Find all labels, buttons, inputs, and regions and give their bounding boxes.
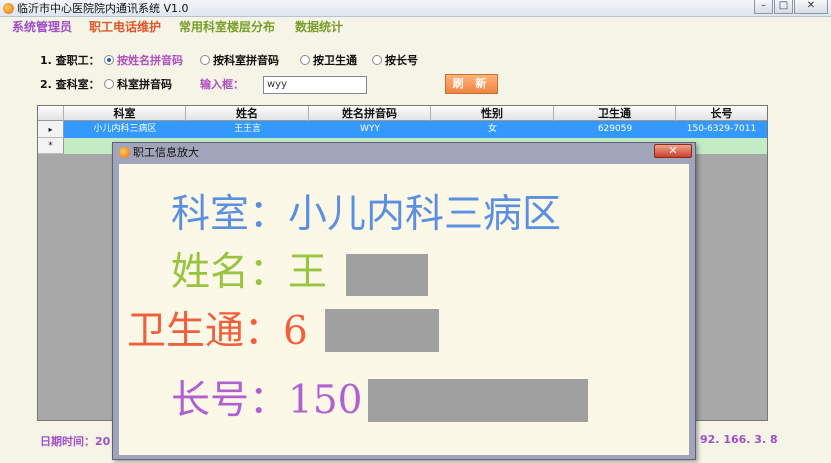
menu-staff-phone[interactable]: 职工电话维护: [89, 17, 161, 37]
search-staff-label: 1. 查职工：: [40, 54, 100, 67]
close-button[interactable]: ✕: [794, 0, 828, 14]
redaction-block: [346, 254, 428, 296]
redaction-block: [368, 379, 588, 422]
dialog-title: 职工信息放大: [133, 146, 199, 159]
maximize-button[interactable]: □: [774, 0, 793, 14]
dialog-body: 科室：小儿内科三病区 姓名：王 卫生通：6 长号：150: [119, 164, 689, 455]
minimize-button[interactable]: –: [754, 0, 773, 14]
radio-icon-selected: [104, 55, 114, 65]
radio-label: 按卫生通: [313, 54, 357, 67]
col-header-mobile[interactable]: 长号: [676, 106, 767, 121]
window-titlebar: 临沂市中心医院院内通讯系统 V1.0 – □ ✕: [0, 0, 831, 17]
redaction-block: [325, 309, 439, 352]
search-dept-label: 2. 查科室：: [40, 78, 100, 91]
radio-by-dept[interactable]: 按科室拼音码: [200, 54, 279, 68]
col-header-dept[interactable]: 科室: [64, 106, 186, 121]
menu-statistics[interactable]: 数据统计: [295, 17, 343, 37]
wst-line: 卫生通：6: [127, 309, 308, 354]
new-row-indicator: *: [38, 138, 64, 154]
radio-icon: [372, 55, 382, 65]
dialog-app-icon: [119, 147, 130, 158]
menu-dept-floors[interactable]: 常用科室楼层分布: [179, 17, 275, 37]
radio-icon: [104, 79, 114, 89]
col-header-gender[interactable]: 性别: [431, 106, 554, 121]
col-header-wst[interactable]: 卫生通: [554, 106, 676, 121]
radio-label: 按姓名拼音码: [117, 54, 183, 67]
radio-icon: [200, 55, 210, 65]
row-indicator-icon: ▸: [38, 121, 64, 138]
search-input[interactable]: wyy: [263, 76, 367, 94]
radio-label: 按长号: [385, 54, 418, 67]
row-header-corner: [38, 106, 64, 121]
radio-label: 科室拼音码: [117, 78, 172, 91]
app-icon: [3, 3, 14, 14]
cell-dept[interactable]: 小儿内科三病区: [64, 121, 186, 138]
radio-by-mobile[interactable]: 按长号: [372, 54, 418, 68]
dialog-titlebar: 职工信息放大 ✕: [113, 143, 695, 163]
radio-dept-pinyin[interactable]: 科室拼音码: [104, 78, 172, 92]
cell-name[interactable]: 王王言: [186, 121, 309, 138]
table-row[interactable]: ▸ 小儿内科三病区 王王言 WYY 女 629059 150-6329-7011: [38, 121, 767, 138]
input-label: 输入框：: [200, 78, 244, 91]
name-line: 姓名：王: [171, 250, 328, 295]
table-header: 科室 姓名 姓名拼音码 性别 卫生通 长号: [38, 106, 767, 121]
col-header-name[interactable]: 姓名: [186, 106, 309, 121]
dialog-close-button[interactable]: ✕: [654, 144, 692, 158]
col-header-pinyin[interactable]: 姓名拼音码: [309, 106, 431, 121]
mobile-line: 长号：150: [171, 378, 363, 423]
window-title: 临沂市中心医院院内通讯系统 V1.0: [17, 2, 189, 15]
datetime-status: 日期时间：20: [40, 435, 111, 448]
radio-by-name[interactable]: 按姓名拼音码: [104, 54, 183, 68]
staff-info-dialog: 职工信息放大 ✕ 科室：小儿内科三病区 姓名：王 卫生通：6 长号：150: [112, 142, 696, 460]
cell-wst[interactable]: 629059: [554, 121, 676, 138]
ip-status: 92. 166. 3. 8: [700, 433, 778, 446]
radio-icon: [300, 55, 310, 65]
radio-by-wst[interactable]: 按卫生通: [300, 54, 357, 68]
cell-mobile[interactable]: 150-6329-7011: [676, 121, 767, 138]
menu-bar: 系统管理员 职工电话维护 常用科室楼层分布 数据统计: [0, 17, 831, 37]
dept-line: 科室：小儿内科三病区: [171, 192, 562, 237]
cell-pinyin[interactable]: WYY: [309, 121, 431, 138]
menu-system-admin[interactable]: 系统管理员: [12, 17, 72, 37]
refresh-button[interactable]: 刷 新: [445, 74, 498, 94]
cell-gender[interactable]: 女: [431, 121, 554, 138]
radio-label: 按科室拼音码: [213, 54, 279, 67]
